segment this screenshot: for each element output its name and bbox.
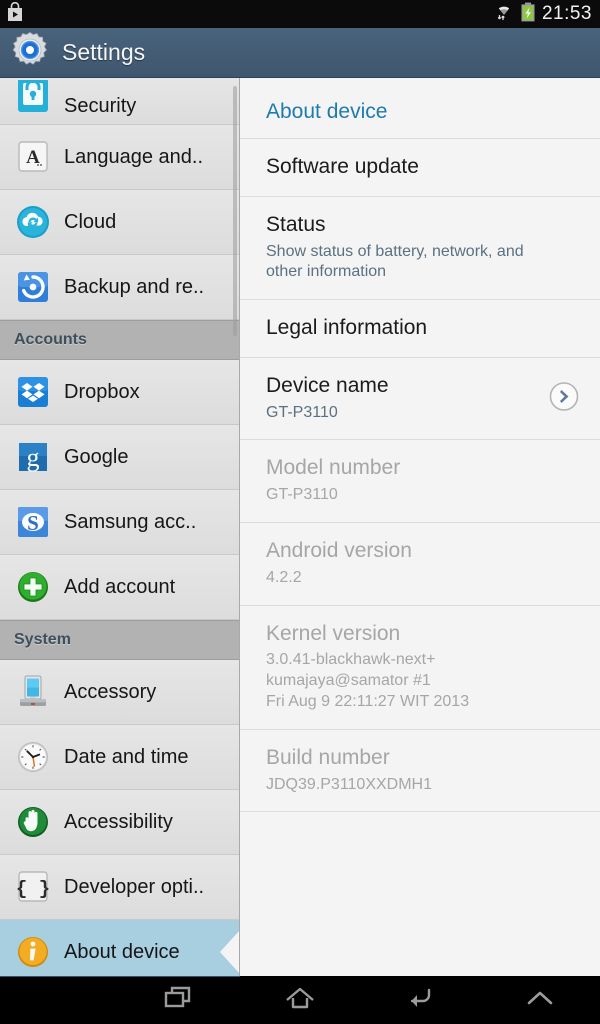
settings-gear-icon[interactable] bbox=[10, 30, 50, 75]
pref-title: Status bbox=[266, 212, 326, 236]
pref-title: Kernel version bbox=[266, 621, 401, 645]
sidebar-item-label: Security bbox=[64, 95, 137, 117]
sidebar-item-accessory[interactable]: Accessory bbox=[0, 660, 239, 725]
sidebar-item-dropbox[interactable]: Dropbox bbox=[0, 360, 239, 425]
sidebar-item-label: Date and time bbox=[64, 745, 189, 768]
screen-root: 21:53 Settings Security A Language and..… bbox=[0, 0, 600, 1024]
nav-placeholder-left bbox=[0, 976, 120, 1024]
status-bar: 21:53 bbox=[0, 0, 600, 28]
play-store-icon bbox=[6, 1, 24, 27]
cloud-sync-icon bbox=[14, 203, 52, 241]
sidebar-item-label: Samsung acc.. bbox=[64, 510, 197, 533]
status-bar-system-icons[interactable]: 21:53 bbox=[494, 2, 592, 27]
pref-title: Android version bbox=[266, 539, 412, 563]
navbar-top-line bbox=[0, 976, 240, 977]
pref-android-version: Android version 4.2.2 bbox=[240, 523, 600, 606]
pref-summary: Show status of battery, network, and oth… bbox=[266, 242, 524, 281]
pref-kernel-version: Kernel version 3.0.41-blackhawk-next+ ku… bbox=[240, 606, 600, 730]
recent-apps-button[interactable] bbox=[120, 976, 240, 1024]
sidebar-item-label: Accessory bbox=[64, 680, 157, 703]
wifi-icon bbox=[494, 2, 514, 27]
accessory-dock-icon bbox=[14, 673, 52, 711]
sidebar-section-system: System bbox=[0, 620, 239, 660]
content-area: Security A Language and.. Cloud Backup a… bbox=[0, 78, 600, 976]
pref-model-number: Model number GT-P3110 bbox=[240, 440, 600, 524]
pref-build-number: Build number JDQ39.P3110XXDMH1 bbox=[240, 730, 600, 813]
sidebar-item-security[interactable]: Security bbox=[0, 78, 239, 125]
expand-up-icon bbox=[523, 984, 557, 1017]
sidebar-item-about-device[interactable]: About device bbox=[0, 920, 239, 976]
pref-title: Legal information bbox=[266, 316, 428, 340]
home-icon bbox=[283, 984, 317, 1017]
sidebar-section-accounts: Accounts bbox=[0, 320, 239, 360]
pref-title: Model number bbox=[266, 456, 401, 480]
svg-text:S: S bbox=[27, 511, 39, 535]
sidebar-item-accessibility[interactable]: Accessibility bbox=[0, 790, 239, 855]
pref-software-update[interactable]: Software update bbox=[240, 139, 600, 197]
battery-charging-icon bbox=[520, 2, 536, 27]
sidebar-item-label: Dropbox bbox=[64, 380, 140, 403]
accessibility-hand-icon bbox=[14, 803, 52, 841]
language-a-icon: A bbox=[14, 138, 52, 176]
info-icon bbox=[14, 933, 52, 971]
status-bar-clock: 21:53 bbox=[541, 3, 592, 24]
google-g-icon: g bbox=[14, 438, 52, 476]
sidebar-item-label: Accessibility bbox=[64, 810, 173, 833]
add-plus-icon bbox=[14, 568, 52, 606]
page-title: About device bbox=[240, 78, 600, 139]
sidebar-item-label: Backup and re.. bbox=[64, 275, 205, 298]
samsung-s-icon: S bbox=[14, 503, 52, 541]
action-bar: Settings bbox=[0, 28, 600, 78]
pref-summary: GT-P3110 bbox=[266, 403, 338, 421]
status-bar-notifications[interactable] bbox=[6, 1, 24, 27]
sidebar-item-cloud[interactable]: Cloud bbox=[0, 190, 239, 255]
sidebar-item-label: Add account bbox=[64, 575, 176, 598]
pref-summary: GT-P3110 bbox=[266, 486, 338, 504]
pref-title: Build number bbox=[266, 745, 390, 769]
pref-title: Software update bbox=[266, 155, 419, 178]
sidebar-item-label: Developer opti.. bbox=[64, 875, 205, 898]
app-title: Settings bbox=[62, 39, 146, 65]
back-button[interactable] bbox=[360, 976, 480, 1024]
sidebar-item-backup-and-reset[interactable]: Backup and re.. bbox=[0, 255, 239, 320]
sidebar-item-date-and-time[interactable]: Date and time bbox=[0, 725, 239, 790]
navigation-bar bbox=[0, 976, 600, 1024]
backup-restore-icon bbox=[14, 268, 52, 306]
developer-braces-icon: { } bbox=[14, 868, 52, 906]
sidebar-item-language-and-input[interactable]: A Language and.. bbox=[0, 125, 239, 190]
expand-menu-button[interactable] bbox=[480, 976, 600, 1024]
about-device-panel: About device Software update Status Show… bbox=[240, 78, 600, 976]
svg-text:g: g bbox=[27, 443, 40, 472]
selection-pointer bbox=[220, 930, 239, 974]
pref-summary: 4.2.2 bbox=[266, 568, 302, 586]
sidebar-item-label: Google bbox=[64, 445, 129, 468]
dropbox-icon bbox=[14, 373, 52, 411]
svg-text:{ }: { } bbox=[16, 878, 50, 900]
sidebar-item-add-account[interactable]: Add account bbox=[0, 555, 239, 620]
pref-summary: 3.0.41-blackhawk-next+ kumajaya@samator … bbox=[266, 651, 470, 710]
sidebar-item-google[interactable]: g Google bbox=[0, 425, 239, 490]
settings-sidebar[interactable]: Security A Language and.. Cloud Backup a… bbox=[0, 78, 240, 976]
clock-icon bbox=[14, 738, 52, 776]
back-icon bbox=[403, 984, 437, 1017]
sidebar-item-label: Language and.. bbox=[64, 145, 204, 168]
sidebar-item-developer-options[interactable]: { } Developer opti.. bbox=[0, 855, 239, 920]
sidebar-item-samsung-account[interactable]: S Samsung acc.. bbox=[0, 490, 239, 555]
pref-summary: JDQ39.P3110XXDMH1 bbox=[266, 775, 432, 793]
pref-legal-information[interactable]: Legal information bbox=[240, 300, 600, 358]
pref-title: Device name bbox=[266, 373, 389, 397]
lock-icon bbox=[14, 80, 52, 118]
recent-apps-icon bbox=[163, 984, 197, 1017]
chevron-right-icon[interactable] bbox=[548, 380, 580, 417]
home-button[interactable] bbox=[240, 976, 360, 1024]
pref-status[interactable]: Status Show status of battery, network, … bbox=[240, 197, 600, 301]
sidebar-item-label: About device bbox=[64, 940, 180, 963]
sidebar-section-label: Accounts bbox=[14, 331, 87, 348]
sidebar-section-label: System bbox=[14, 631, 71, 648]
sidebar-item-label: Cloud bbox=[64, 210, 117, 233]
sidebar-scrollbar[interactable] bbox=[233, 86, 237, 336]
pref-device-name[interactable]: Device name GT-P3110 bbox=[240, 358, 600, 441]
